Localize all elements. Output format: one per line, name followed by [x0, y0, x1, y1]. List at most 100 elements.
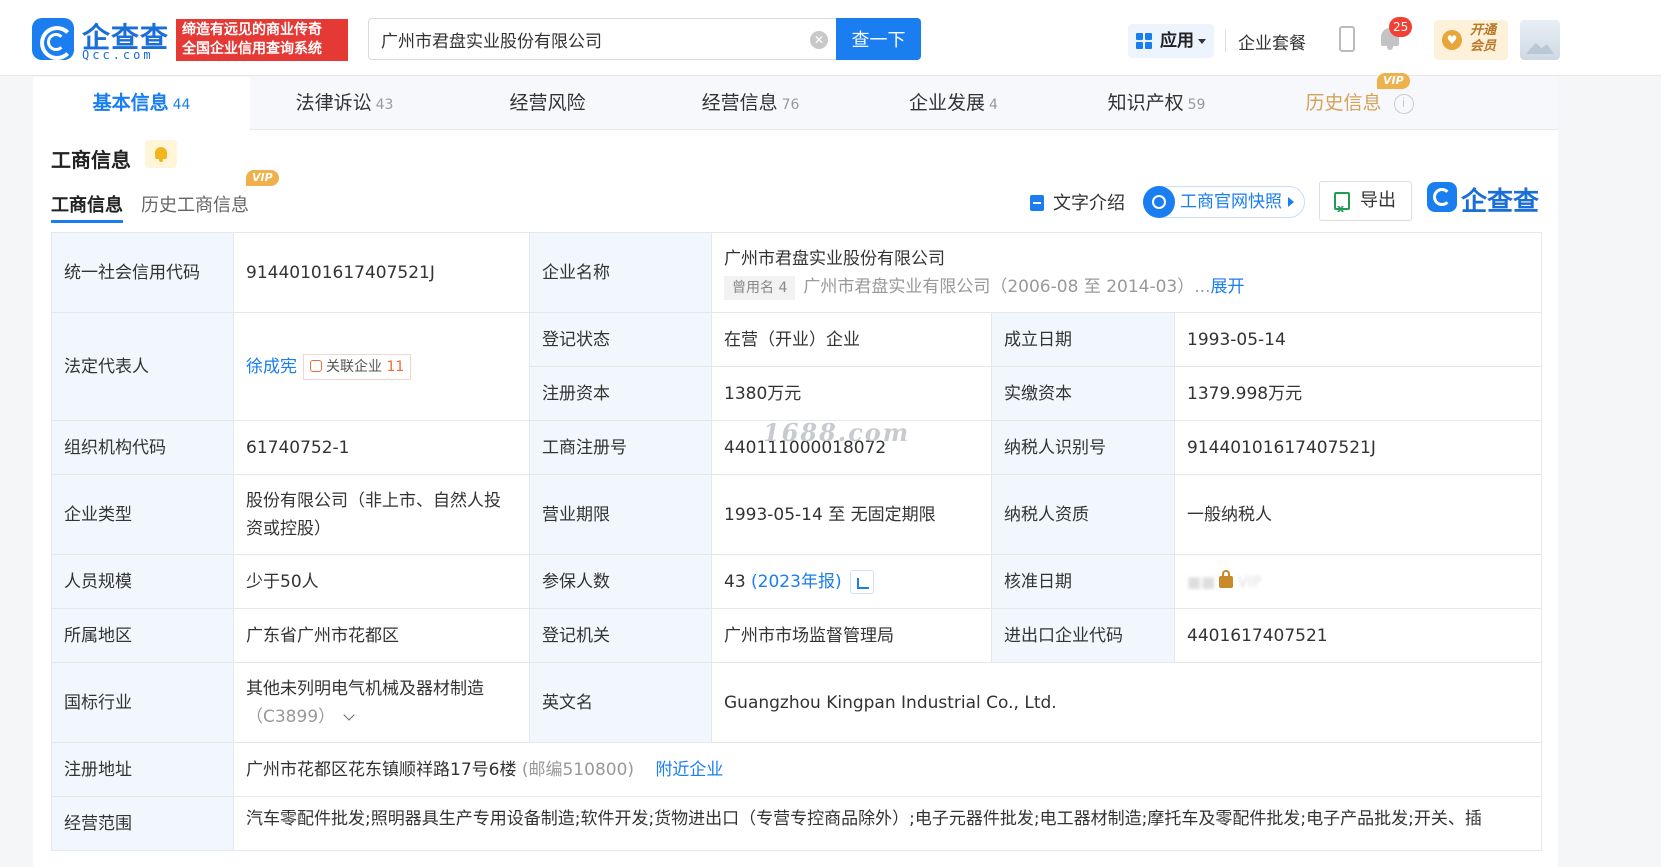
expand-link[interactable]: 展开	[1210, 277, 1244, 297]
tab-basic-info[interactable]: 基本信息 44	[33, 77, 250, 130]
company-name-value: 广州市君盘实业股份有限公司	[724, 248, 945, 269]
top-header: 企查查 Qcc.com 缔造有远见的商业传奇 全国企业信用查询系统 ✕ 查一下 …	[0, 0, 1661, 76]
tab-history-info[interactable]: 历史信息 i VIP	[1251, 73, 1468, 130]
text-intro-link[interactable]: 文字介绍	[1053, 189, 1125, 215]
import-export-code-label: 进出口企业代码	[991, 608, 1175, 663]
tab-count: 43	[375, 97, 394, 113]
table-row: 国标行业 其他未列明电气机械及器材制造 （C3899） 英文名 Guangzho…	[51, 662, 1543, 743]
tab-label: 历史信息	[1305, 92, 1382, 114]
relation-icon	[310, 359, 322, 372]
vip-label-line-2: 会员	[1470, 39, 1497, 54]
open-vip-button[interactable]: ♥ 开通 会员	[1434, 20, 1508, 60]
tab-legal-litigation[interactable]: 法律诉讼 43	[236, 77, 453, 130]
vip-label: 开通 会员	[1470, 23, 1496, 55]
table-row: 注册地址 广州市花都区花东镇顺祥路17号6楼 (邮编510800) 附近企业	[51, 742, 1543, 797]
company-detail-card: 基本信息 44 法律诉讼 43 经营风险 经营信息 76 企业发展 4 知识产权 59 历…	[33, 73, 1558, 867]
table-row: 法定代表人 徐成宪 关联企业 11 登记状态 在营（开业）企业 成立日期 1993…	[51, 312, 1543, 421]
legal-rep-label: 法定代表人	[51, 312, 234, 421]
tab-development[interactable]: 企业发展 4	[845, 77, 1062, 130]
vip-heart-icon: ♥	[1442, 30, 1462, 50]
authority-label: 登记机关	[529, 608, 712, 663]
slogan-line-1: 缔造有远见的商业传奇	[182, 22, 322, 38]
qcc-logo[interactable]: 企查查 Qcc.com	[32, 18, 172, 62]
reg-capital-value: 1380万元	[711, 366, 992, 421]
search-input[interactable]	[381, 29, 781, 49]
legal-rep-cell: 徐成宪 关联企业 11	[233, 312, 530, 421]
subtab-active-indicator	[51, 220, 123, 223]
main-tabs: 基本信息 44 法律诉讼 43 经营风险 经营信息 76 企业发展 4 知识产权 59 历…	[33, 73, 1558, 130]
reg-capital-label: 注册资本	[529, 366, 712, 421]
status-label: 登记状态	[529, 312, 712, 367]
grid-icon	[1136, 33, 1152, 49]
paid-capital-value: 1379.998万元	[1173, 366, 1543, 421]
annual-report-link[interactable]: (2023年报)	[751, 572, 842, 592]
established-value: 1993-05-14	[1173, 312, 1543, 367]
notification-count-badge: 25	[1389, 17, 1413, 37]
slogan-banner: 缔造有远见的商业传奇 全国企业信用查询系统	[176, 19, 348, 61]
subtab-history-business-info[interactable]: 历史工商信息	[141, 191, 249, 217]
business-scope-value: 汽车零配件批发;照明器具生产专用设备制造;软件开发;货物进出口（专营专控商品除外…	[232, 796, 1543, 851]
tab-intellectual-property[interactable]: 知识产权 59	[1048, 77, 1265, 130]
tab-label: 法律诉讼	[295, 92, 372, 114]
tab-label: 经营风险	[509, 92, 586, 114]
tab-label: 知识产权	[1107, 92, 1184, 114]
enterprise-package-link[interactable]: 企业套餐	[1238, 29, 1306, 54]
arrow-right-icon	[1288, 197, 1294, 207]
mobile-icon[interactable]	[1339, 26, 1355, 52]
subtab-business-info[interactable]: 工商信息	[51, 191, 123, 217]
import-export-code-value: 4401617407521	[1173, 608, 1543, 663]
credit-code-value: 91440101617407521J	[233, 232, 530, 313]
watermark: 1688.com	[763, 418, 911, 447]
taxpayer-qualification-value: 一般纳税人	[1173, 474, 1543, 555]
export-button[interactable]: 导出	[1319, 181, 1412, 228]
company-type-value: 股份有限公司（非上市、自然人投资或控股）	[233, 474, 530, 555]
nearby-companies-link[interactable]: 附近企业	[655, 760, 723, 780]
used-name-row: 曾用名 4 广州市君盘实业有限公司（2006-08 至 2014-03）...展开	[724, 273, 1529, 301]
apps-menu-button[interactable]: 应用	[1128, 24, 1214, 58]
clear-icon[interactable]: ✕	[810, 31, 828, 49]
address-label: 注册地址	[51, 742, 234, 797]
english-name-value: Guangzhou Kingpan Industrial Co., Ltd.	[710, 662, 1543, 743]
section-title: 工商信息	[51, 148, 131, 172]
industry-code: （C3899）	[246, 706, 336, 727]
tab-label: 经营信息	[701, 92, 778, 114]
credit-code-label: 统一社会信用代码	[51, 232, 234, 313]
region-label: 所属地区	[51, 608, 234, 663]
blurred-value: ■■	[1187, 572, 1216, 591]
search-button[interactable]: 查一下	[836, 18, 921, 60]
org-code-value: 61740752-1	[233, 420, 530, 475]
insured-value: 43	[724, 571, 746, 592]
chevron-down-icon[interactable]	[343, 708, 355, 721]
paid-capital-label: 实缴资本	[991, 366, 1175, 421]
tab-business-info[interactable]: 经营信息 76	[642, 77, 859, 130]
industry-value: 其他未列明电气机械及器材制造	[246, 678, 484, 699]
user-avatar[interactable]	[1520, 20, 1560, 60]
official-snapshot-button[interactable]: 工商官网快照	[1143, 186, 1305, 218]
qcc-logo-icon	[1427, 182, 1457, 212]
monitor-bell-icon[interactable]	[145, 140, 177, 168]
info-icon[interactable]: i	[1393, 93, 1414, 114]
taxpayer-id-label: 纳税人识别号	[991, 420, 1175, 475]
tab-business-risk[interactable]: 经营风险	[439, 77, 656, 130]
tab-count: 76	[781, 97, 800, 113]
term-label: 营业期限	[529, 474, 712, 555]
document-icon	[1030, 195, 1044, 211]
taxpayer-id-value: 91440101617407521J	[1173, 420, 1543, 475]
org-code-label: 组织机构代码	[51, 420, 234, 475]
trend-chart-icon[interactable]	[849, 569, 874, 594]
reg-no-label: 工商注册号	[529, 420, 712, 475]
brand-text: 企查查	[1461, 187, 1540, 217]
english-name-label: 英文名	[529, 662, 712, 743]
insured-label: 参保人数	[529, 554, 712, 609]
related-companies-tag[interactable]: 关联企业 11	[303, 353, 412, 380]
vip-tag: VIP	[1377, 73, 1410, 89]
business-scope-label: 经营范围	[51, 796, 234, 851]
slogan-line-2: 全国企业信用查询系统	[182, 41, 322, 57]
industry-label: 国标行业	[51, 662, 234, 743]
search-box: ✕	[368, 18, 836, 60]
approval-date-cell[interactable]: ■■ VIP	[1173, 554, 1543, 609]
legal-rep-link[interactable]: 徐成宪	[246, 357, 297, 377]
table-row: 人员规模 少于50人 参保人数 43 (2023年报) 核准日期 ■■ VIP	[51, 554, 1543, 609]
used-name-tag: 曾用名 4	[724, 275, 796, 300]
company-type-label: 企业类型	[51, 474, 234, 555]
